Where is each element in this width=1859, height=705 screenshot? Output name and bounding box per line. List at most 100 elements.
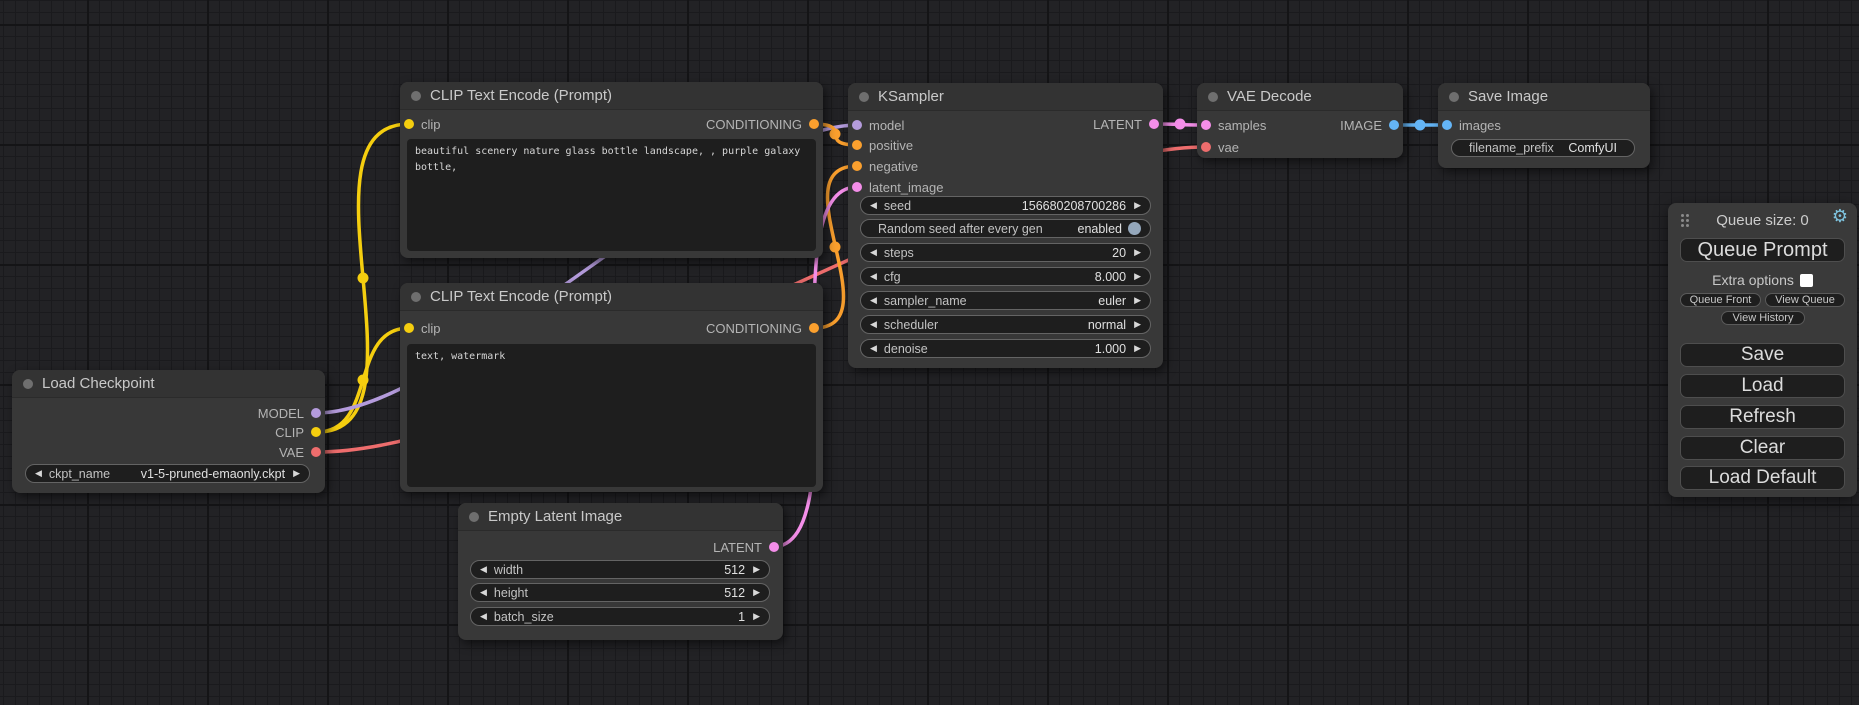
collapse-dot-icon[interactable]: [859, 92, 869, 102]
increment-arrow-icon[interactable]: [1134, 344, 1141, 353]
steps-widget[interactable]: steps 20: [860, 243, 1151, 262]
ckpt-name-widget[interactable]: ckpt_name v1-5-pruned-emaonly.ckpt: [25, 464, 310, 483]
increment-arrow-icon[interactable]: [753, 588, 760, 597]
slot-dot-vae[interactable]: [311, 447, 321, 457]
save-button[interactable]: Save: [1680, 343, 1845, 367]
slot-dot-conditioning[interactable]: [809, 323, 819, 333]
widget-value: v1-5-pruned-emaonly.ckpt: [141, 467, 285, 481]
node-titlebar[interactable]: CLIP Text Encode (Prompt): [400, 283, 823, 311]
increment-arrow-icon[interactable]: [753, 612, 760, 621]
slot-dot-vae[interactable]: [1201, 142, 1211, 152]
output-slot-image: IMAGE: [1340, 117, 1399, 133]
slot-dot-clip[interactable]: [311, 427, 321, 437]
output-slot-latent: LATENT: [1093, 116, 1159, 132]
node-ksampler[interactable]: KSampler model positive negative latent_…: [848, 83, 1163, 368]
slot-label: VAE: [279, 445, 304, 460]
node-titlebar[interactable]: Empty Latent Image: [458, 503, 783, 531]
node-title: Load Checkpoint: [42, 375, 155, 392]
decrement-arrow-icon[interactable]: [870, 248, 877, 257]
decrement-arrow-icon[interactable]: [480, 588, 487, 597]
slot-dot-clip[interactable]: [404, 323, 414, 333]
decrement-arrow-icon[interactable]: [870, 320, 877, 329]
node-titlebar[interactable]: Load Checkpoint: [12, 370, 325, 398]
refresh-button[interactable]: Refresh: [1680, 405, 1845, 429]
slot-dot-latent[interactable]: [1149, 119, 1159, 129]
decrement-arrow-icon[interactable]: [870, 344, 877, 353]
load-button[interactable]: Load: [1680, 374, 1845, 398]
increment-arrow-icon[interactable]: [753, 565, 760, 574]
link-dot: [358, 375, 369, 386]
node-empty-latent-image[interactable]: Empty Latent Image LATENT width 512 heig…: [458, 503, 783, 640]
scheduler-widget[interactable]: scheduler normal: [860, 315, 1151, 334]
widget-label: sampler_name: [884, 294, 967, 308]
decrement-arrow-icon[interactable]: [870, 296, 877, 305]
node-save-image[interactable]: Save Image images filename_prefix ComfyU…: [1438, 83, 1650, 168]
slot-label: clip: [421, 321, 441, 336]
collapse-dot-icon[interactable]: [411, 292, 421, 302]
view-queue-button[interactable]: View Queue: [1765, 293, 1845, 307]
widget-label: height: [494, 586, 528, 600]
slot-dot-latent[interactable]: [1201, 120, 1211, 130]
slot-dot-latent[interactable]: [769, 542, 779, 552]
slot-label: vae: [1218, 140, 1239, 155]
node-titlebar[interactable]: CLIP Text Encode (Prompt): [400, 82, 823, 110]
seed-widget[interactable]: seed 156680208700286: [860, 196, 1151, 215]
batch-size-widget[interactable]: batch_size 1: [470, 607, 770, 626]
slot-dot-conditioning[interactable]: [809, 119, 819, 129]
sampler-name-widget[interactable]: sampler_name euler: [860, 291, 1151, 310]
node-clip-text-encode-positive[interactable]: CLIP Text Encode (Prompt) clip CONDITION…: [400, 82, 823, 258]
view-history-button[interactable]: View History: [1721, 311, 1805, 325]
cfg-widget[interactable]: cfg 8.000: [860, 267, 1151, 286]
collapse-dot-icon[interactable]: [1449, 92, 1459, 102]
denoise-widget[interactable]: denoise 1.000: [860, 339, 1151, 358]
node-titlebar[interactable]: KSampler: [848, 83, 1163, 111]
wire-clip-1: [317, 124, 409, 432]
node-titlebar[interactable]: Save Image: [1438, 83, 1650, 111]
collapse-dot-icon[interactable]: [411, 91, 421, 101]
slot-dot-clip[interactable]: [404, 119, 414, 129]
widget-value: normal: [1088, 318, 1126, 332]
random-seed-toggle[interactable]: Random seed after every gen enabled: [860, 219, 1151, 238]
settings-gear-icon[interactable]: ⚙: [1832, 207, 1848, 225]
slot-dot-latent[interactable]: [852, 182, 862, 192]
increment-arrow-icon[interactable]: [1134, 248, 1141, 257]
node-clip-text-encode-negative[interactable]: CLIP Text Encode (Prompt) clip CONDITION…: [400, 283, 823, 492]
negative-prompt-textarea[interactable]: text, watermark: [407, 344, 816, 487]
decrement-arrow-icon[interactable]: [870, 201, 877, 210]
extra-options-checkbox[interactable]: [1800, 274, 1813, 287]
slot-dot-conditioning[interactable]: [852, 140, 862, 150]
node-graph-canvas[interactable]: Load Checkpoint MODEL CLIP VAE ckpt_name…: [0, 0, 1859, 705]
queue-front-button[interactable]: Queue Front: [1680, 293, 1761, 307]
decrement-arrow-icon[interactable]: [480, 565, 487, 574]
slot-dot-model[interactable]: [852, 120, 862, 130]
slot-dot-image[interactable]: [1389, 120, 1399, 130]
collapse-dot-icon[interactable]: [1208, 92, 1218, 102]
clear-button[interactable]: Clear: [1680, 436, 1845, 460]
slot-dot-conditioning[interactable]: [852, 161, 862, 171]
positive-prompt-textarea[interactable]: beautiful scenery nature glass bottle la…: [407, 139, 816, 251]
collapse-dot-icon[interactable]: [23, 379, 33, 389]
input-slot-vae: vae: [1201, 139, 1239, 155]
increment-arrow-icon[interactable]: [293, 469, 300, 478]
decrement-arrow-icon[interactable]: [870, 272, 877, 281]
increment-arrow-icon[interactable]: [1134, 201, 1141, 210]
node-load-checkpoint[interactable]: Load Checkpoint MODEL CLIP VAE ckpt_name…: [12, 370, 325, 493]
node-vae-decode[interactable]: VAE Decode samples vae IMAGE: [1197, 83, 1403, 158]
toggle-enabled-icon[interactable]: [1128, 222, 1141, 235]
slot-dot-image[interactable]: [1442, 120, 1452, 130]
width-widget[interactable]: width 512: [470, 560, 770, 579]
filename-prefix-widget[interactable]: filename_prefix ComfyUI: [1451, 139, 1635, 157]
increment-arrow-icon[interactable]: [1134, 320, 1141, 329]
node-titlebar[interactable]: VAE Decode: [1197, 83, 1403, 111]
load-default-button[interactable]: Load Default: [1680, 466, 1845, 490]
queue-prompt-button[interactable]: Queue Prompt: [1680, 238, 1845, 262]
increment-arrow-icon[interactable]: [1134, 272, 1141, 281]
decrement-arrow-icon[interactable]: [480, 612, 487, 621]
collapse-dot-icon[interactable]: [469, 512, 479, 522]
widget-value: enabled: [1078, 222, 1123, 236]
height-widget[interactable]: height 512: [470, 583, 770, 602]
decrement-arrow-icon[interactable]: [35, 469, 42, 478]
slot-dot-model[interactable]: [311, 408, 321, 418]
slot-label: LATENT: [1093, 117, 1142, 132]
increment-arrow-icon[interactable]: [1134, 296, 1141, 305]
